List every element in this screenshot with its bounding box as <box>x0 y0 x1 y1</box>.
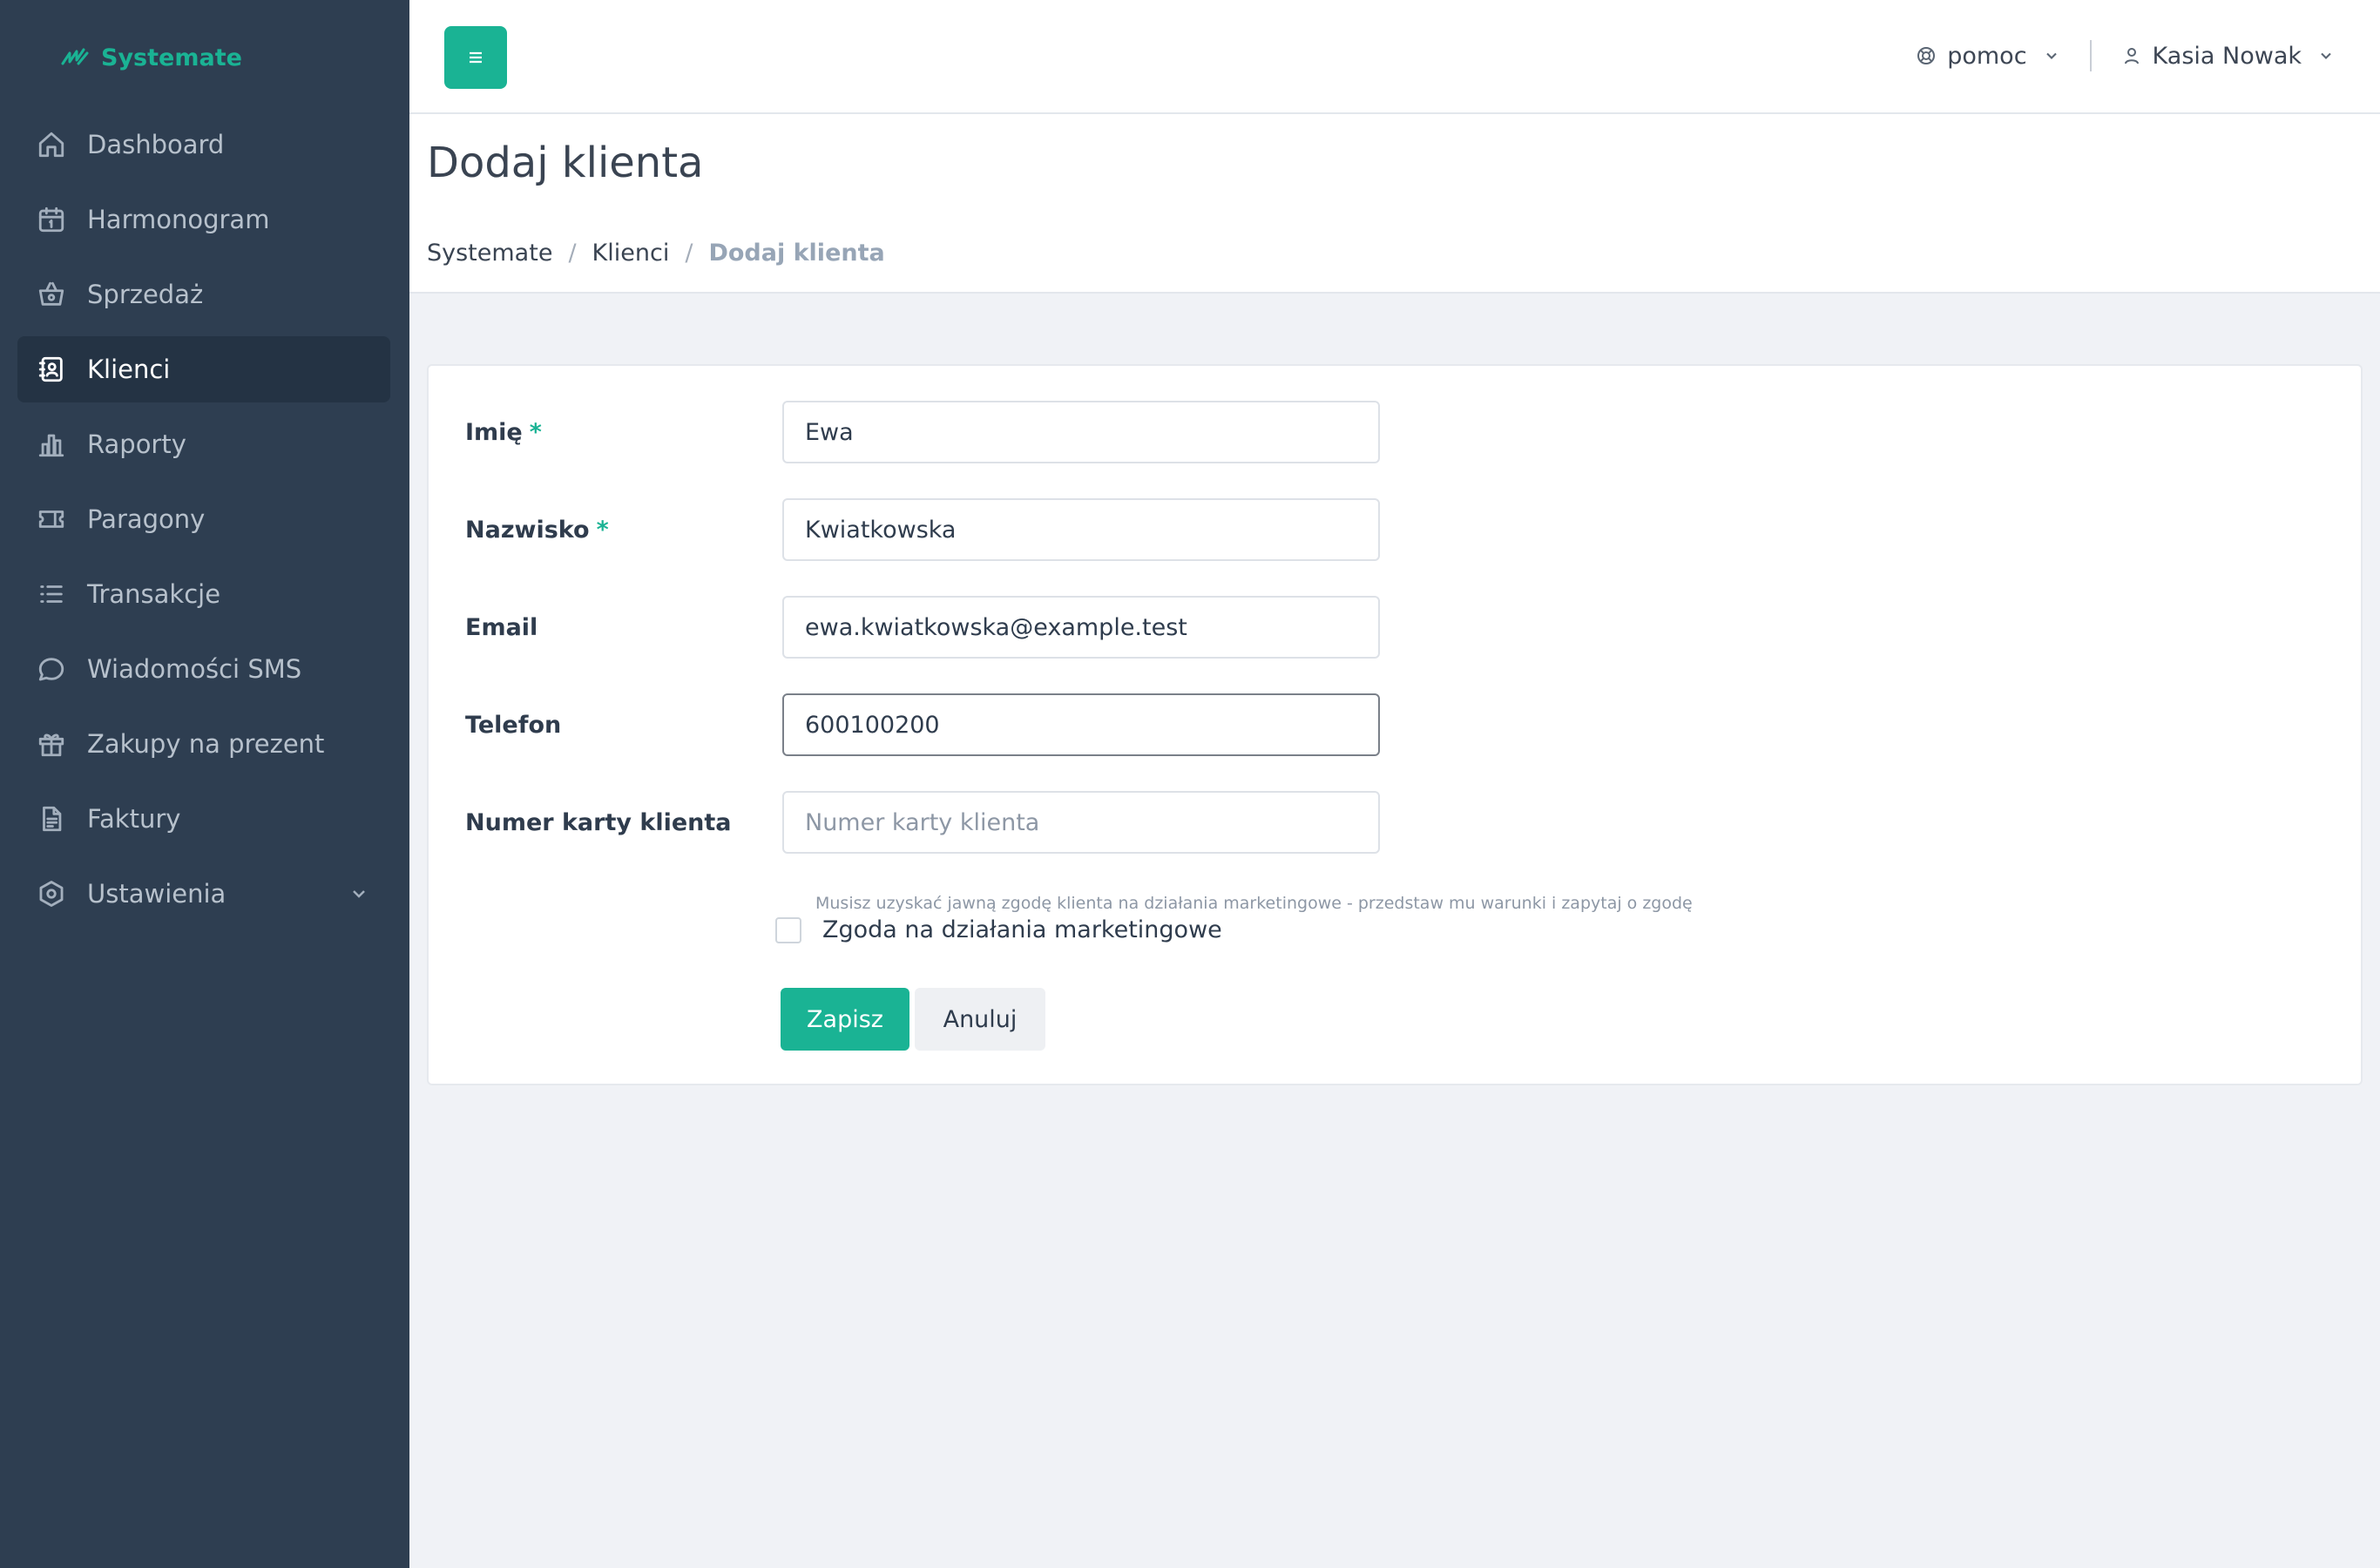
gift-icon <box>35 727 68 760</box>
email-label: Email <box>465 613 538 641</box>
sidebar-item-sprzedaz[interactable]: Sprzedaż <box>17 261 390 328</box>
phone-row: Telefon <box>465 693 1685 756</box>
first-name-label: Imię * <box>465 418 542 446</box>
ticket-icon <box>35 503 68 536</box>
required-mark: * <box>596 516 609 544</box>
chat-bubble-icon <box>35 652 68 686</box>
sidebar-item-label: Harmonogram <box>87 205 270 234</box>
topbar-right: pomoc Kasia Nowak <box>1916 30 2335 82</box>
chevron-down-icon <box>2321 52 2331 59</box>
settings-hexagon-icon <box>35 877 68 910</box>
required-mark: * <box>529 418 542 446</box>
cancel-button[interactable]: Anuluj <box>915 988 1045 1051</box>
sidebar-item-faktury[interactable]: Faktury <box>17 786 390 852</box>
brand[interactable]: Systemate <box>61 38 242 77</box>
user-name: Kasia Nowak <box>2152 42 2302 70</box>
add-client-form-card: Imię* Nazwisko* Email Telefon Numer kart… <box>427 364 2363 1085</box>
sidebar-item-label: Sprzedaż <box>87 280 204 309</box>
sidebar-item-label: Ustawienia <box>87 879 227 909</box>
page-header: Dodaj klienta Systemate / Klienci / Doda… <box>409 114 2380 294</box>
sidebar-item-klienci[interactable]: Klienci <box>17 336 390 402</box>
email-field[interactable] <box>782 596 1380 659</box>
calendar-icon <box>35 203 68 236</box>
sidebar-item-paragony[interactable]: Paragony <box>17 486 390 552</box>
card-number-row: Numer karty klienta <box>465 791 1685 854</box>
sidebar-item-label: Faktury <box>87 804 181 834</box>
sidebar-item-zakupy-na-prezent[interactable]: Zakupy na prezent <box>17 711 390 777</box>
breadcrumb-item-systemate[interactable]: Systemate <box>427 240 552 267</box>
lifebuoy-icon <box>1917 47 1936 64</box>
bar-chart-icon <box>35 428 68 461</box>
breadcrumb-separator: / <box>685 240 693 267</box>
help-dropdown[interactable]: pomoc <box>1916 43 2059 70</box>
card-number-label: Numer karty klienta <box>465 808 732 836</box>
marketing-consent[interactable]: Zgoda na działania marketingowe <box>775 916 1222 943</box>
chevron-down-icon <box>2045 52 2057 59</box>
sidebar-item-label: Klienci <box>87 355 171 384</box>
sidebar: Systemate Dashboard Harmonogram Sprzedaż… <box>0 0 409 1568</box>
marketing-consent-checkbox[interactable] <box>775 916 801 943</box>
last-name-field[interactable] <box>782 498 1380 561</box>
sidebar-item-raporty[interactable]: Raporty <box>17 411 390 477</box>
sidebar-item-label: Transakcje <box>87 579 221 609</box>
phone-label: Telefon <box>465 711 562 739</box>
sidebar-item-label: Paragony <box>87 504 206 534</box>
topbar: pomoc Kasia Nowak <box>409 0 2380 114</box>
page-title: Dodaj klienta <box>427 139 704 187</box>
home-icon <box>35 128 68 161</box>
breadcrumb-item-current: Dodaj klienta <box>708 240 885 267</box>
breadcrumb: Systemate / Klienci / Dodaj klienta <box>427 240 885 267</box>
sidebar-item-ustawienia[interactable]: Ustawienia <box>17 861 390 927</box>
consent-note: Musisz uzyskać jawną zgodę klienta na dz… <box>815 894 1693 913</box>
menu-toggle-button[interactable] <box>444 26 507 89</box>
breadcrumb-separator: / <box>568 240 577 267</box>
first-name-row: Imię * <box>465 401 1685 463</box>
user-icon <box>2124 48 2139 64</box>
sidebar-item-dashboard[interactable]: Dashboard <box>17 112 390 178</box>
divider <box>2089 40 2092 71</box>
hamburger-icon <box>470 51 482 64</box>
sidebar-item-label: Wiadomości SMS <box>87 654 302 684</box>
contacts-icon <box>35 353 68 386</box>
help-label: pomoc <box>1947 42 2027 70</box>
form-actions: Zapisz Anuluj <box>781 988 1045 1051</box>
breadcrumb-item-klienci[interactable]: Klienci <box>592 240 670 267</box>
phone-field[interactable] <box>782 693 1380 756</box>
save-button[interactable]: Zapisz <box>781 988 909 1051</box>
first-name-field[interactable] <box>782 401 1380 463</box>
basket-icon <box>35 278 68 311</box>
last-name-label: Nazwisko * <box>465 516 609 544</box>
email-row: Email <box>465 596 1685 659</box>
sidebar-item-wiadomosci-sms[interactable]: Wiadomości SMS <box>17 636 390 702</box>
sidebar-item-harmonogram[interactable]: Harmonogram <box>17 186 390 253</box>
sidebar-item-label: Zakupy na prezent <box>87 729 325 759</box>
list-icon <box>35 578 68 611</box>
card-number-field[interactable] <box>782 791 1380 854</box>
marketing-consent-label: Zgoda na działania marketingowe <box>822 916 1222 943</box>
sidebar-nav: Dashboard Harmonogram Sprzedaż Klienci R… <box>17 112 390 936</box>
logo-icon <box>61 48 91 67</box>
last-name-row: Nazwisko * <box>465 498 1685 561</box>
sidebar-item-transakcje[interactable]: Transakcje <box>17 561 390 627</box>
document-icon <box>35 802 68 835</box>
user-menu-dropdown[interactable]: Kasia Nowak <box>2121 43 2335 70</box>
brand-name: Systemate <box>101 44 242 71</box>
sidebar-item-label: Dashboard <box>87 130 225 159</box>
sidebar-item-label: Raporty <box>87 429 186 459</box>
chevron-down-icon[interactable] <box>348 883 369 904</box>
